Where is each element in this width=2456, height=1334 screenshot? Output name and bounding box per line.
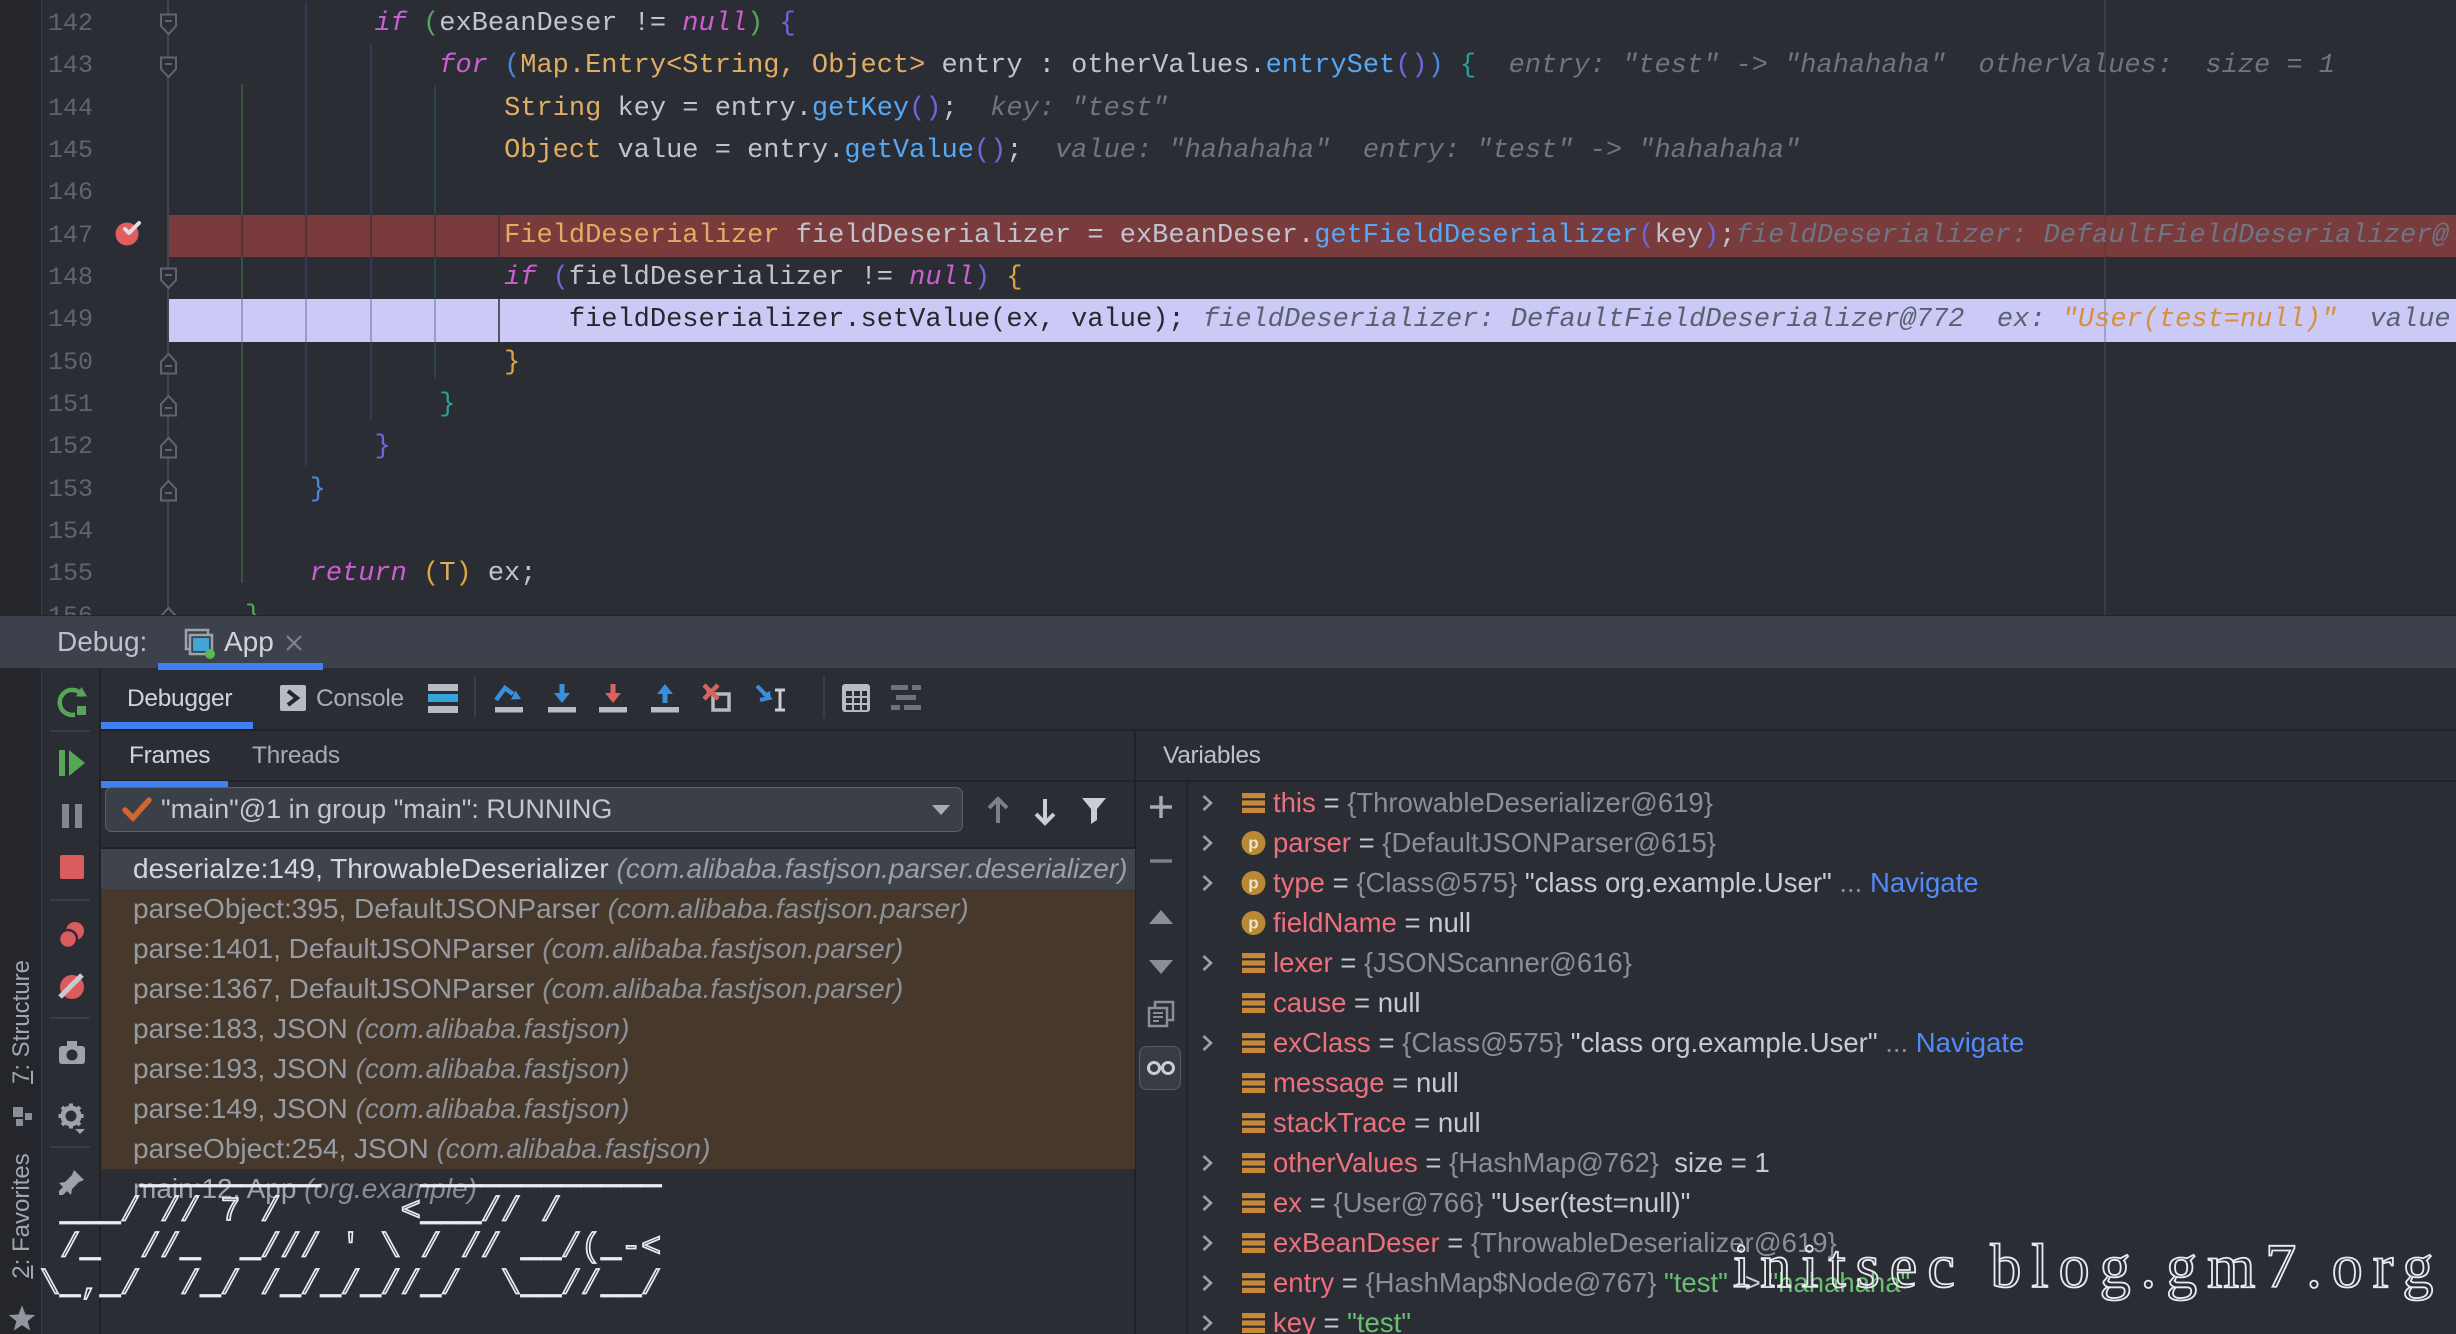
svg-text:p: p <box>1248 874 1258 893</box>
svg-text:p: p <box>1248 834 1258 853</box>
svg-text:p: p <box>1248 914 1258 933</box>
